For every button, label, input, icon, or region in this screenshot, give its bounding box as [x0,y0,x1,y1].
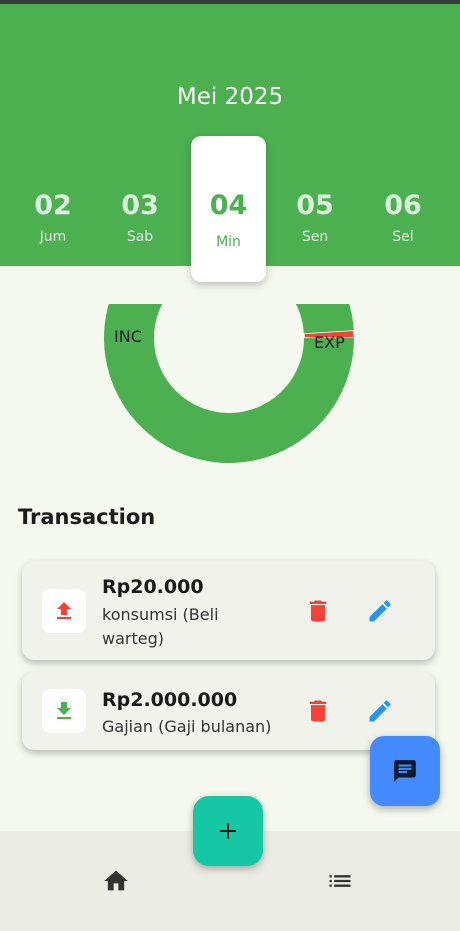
day-name: Min [216,234,241,250]
day-number: 02 [34,190,72,221]
list-icon[interactable] [326,867,354,895]
transaction-amount: Rp20.000 [102,576,204,598]
transaction-type-icon-box [42,589,86,633]
transaction-description: konsumsi (Beli warteg) [102,605,219,648]
plus-icon [220,823,236,839]
day-name: Jum [39,229,67,245]
add-transaction-button[interactable] [193,796,263,866]
day-number: 03 [121,190,159,221]
edit-icon[interactable] [366,597,394,625]
transaction-card[interactable]: Rp20.000 konsumsi (Beli warteg) [22,561,435,660]
delete-icon[interactable] [304,597,332,625]
day-item-06[interactable]: 06 Sel [366,190,440,245]
summary-donut-chart [104,304,355,463]
delete-icon[interactable] [304,697,332,725]
chat-button[interactable] [370,736,440,806]
month-title[interactable]: Mei 2025 [0,84,460,110]
donut-slice-inc [104,304,354,463]
day-number: 06 [384,190,422,221]
chart-label-inc: INC [114,327,142,346]
day-number: 04 [209,190,248,221]
day-item-04-selected[interactable]: 04 Min [191,136,266,282]
home-icon[interactable] [102,867,130,895]
day-item-03[interactable]: 03 Sab [103,190,177,245]
day-number: 05 [296,190,334,221]
day-name: Sab [126,229,154,245]
day-name: Sel [392,229,414,245]
download-icon [57,702,71,719]
transaction-description: Gajian (Gaji bulanan) [102,717,272,736]
day-name: Sen [301,229,329,245]
transaction-type-icon-box [42,689,86,733]
edit-icon[interactable] [366,697,394,725]
day-item-02[interactable]: 02 Jum [16,190,90,245]
section-title: Transaction [18,505,156,529]
upload-icon [57,602,71,619]
day-item-05[interactable]: 05 Sen [278,190,352,245]
transaction-card[interactable]: Rp2.000.000 Gajian (Gaji bulanan) [22,672,435,750]
chat-icon [394,760,416,782]
chart-label-exp: EXP [314,333,345,352]
transaction-amount: Rp2.000.000 [102,689,238,711]
